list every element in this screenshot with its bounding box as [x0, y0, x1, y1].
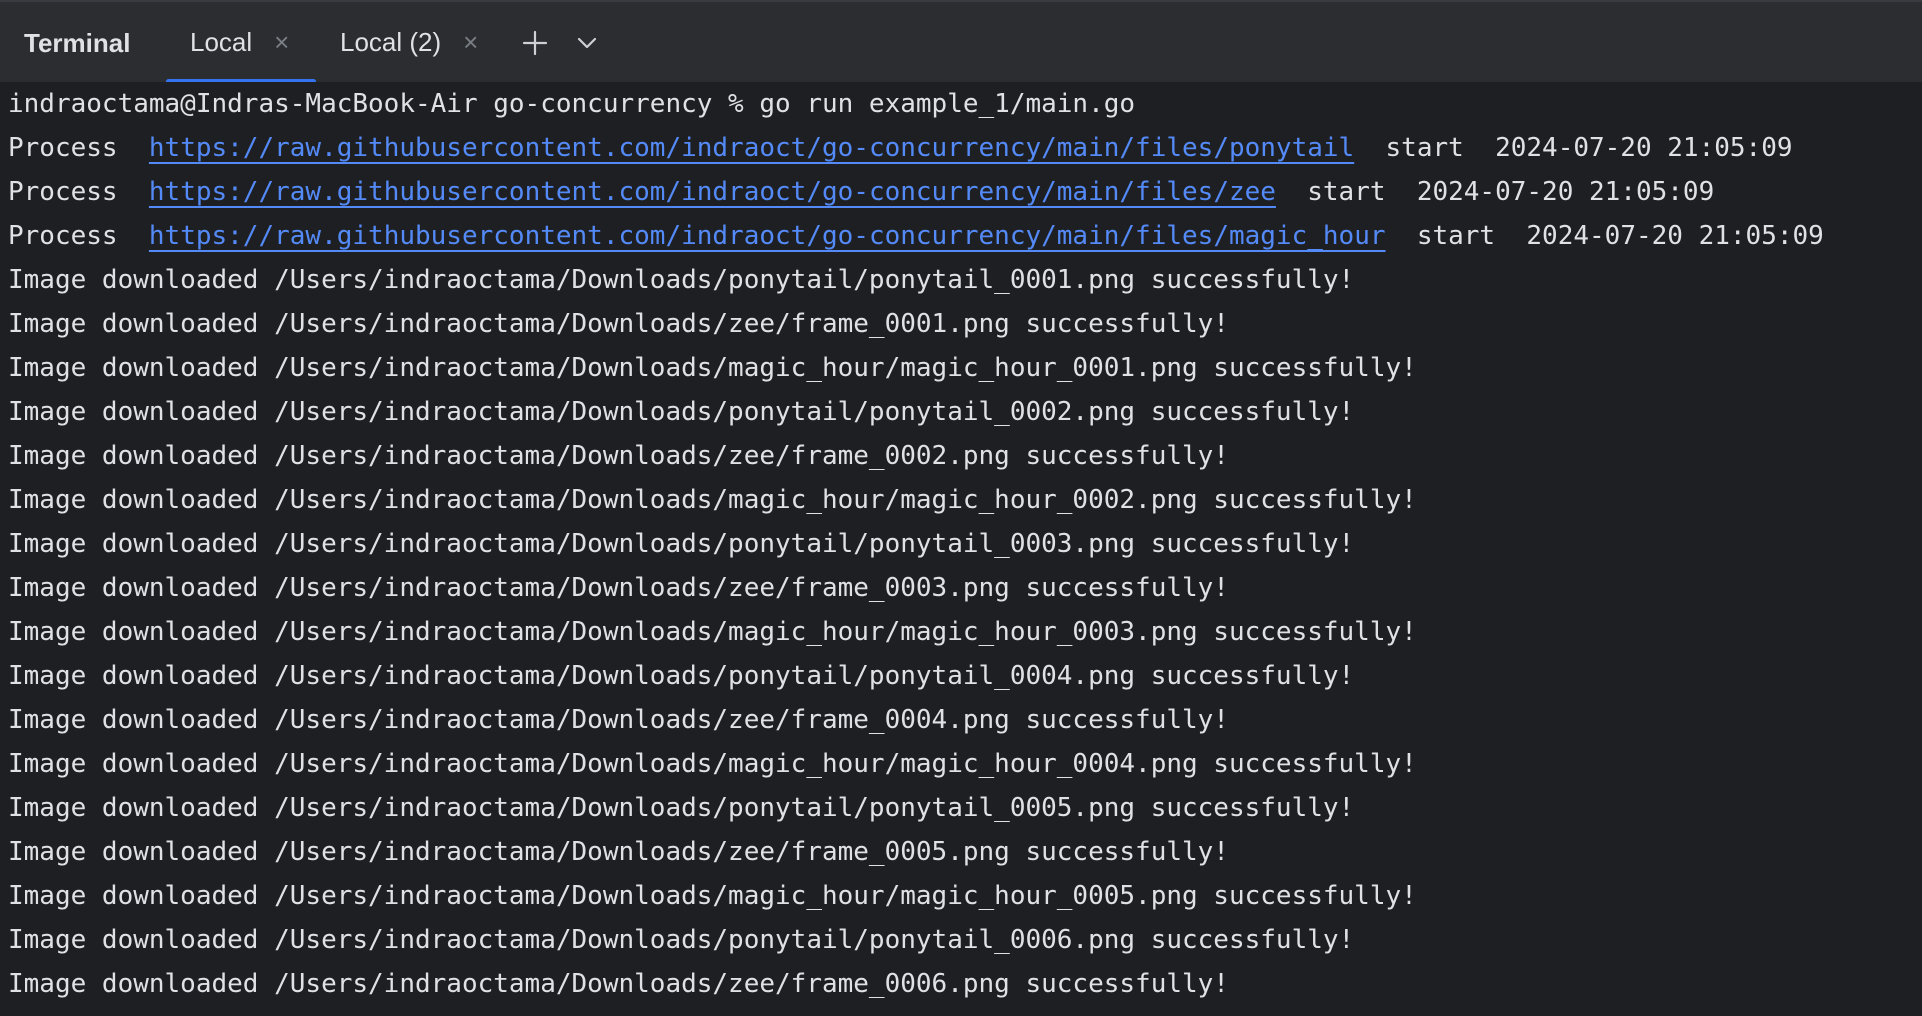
tool-window-title: Terminal	[24, 28, 131, 58]
output-line: Image downloaded /Users/indraoctama/Down…	[8, 925, 1355, 955]
output-line: Image downloaded /Users/indraoctama/Down…	[8, 969, 1229, 999]
terminal-output[interactable]: indraoctama@Indras-MacBook-Air go-concur…	[0, 82, 1922, 1016]
close-icon[interactable]: ×	[274, 29, 289, 55]
output-line: Image downloaded /Users/indraoctama/Down…	[8, 485, 1417, 515]
output-line: Image downloaded /Users/indraoctama/Down…	[8, 397, 1355, 427]
new-tab-button[interactable]	[518, 26, 552, 60]
terminal-tab-bar: Terminal Local × Local (2) ×	[0, 0, 1922, 84]
close-icon[interactable]: ×	[463, 29, 478, 55]
process-line: Process https://raw.githubusercontent.co…	[8, 170, 1714, 214]
output-line: Image downloaded /Users/indraoctama/Down…	[8, 265, 1355, 295]
output-line: Image downloaded /Users/indraoctama/Down…	[8, 441, 1229, 471]
tab-local[interactable]: Local ×	[190, 2, 289, 82]
url-link[interactable]: https://raw.githubusercontent.com/indrao…	[149, 221, 1386, 251]
output-line: Image downloaded /Users/indraoctama/Down…	[8, 353, 1417, 383]
tab-label: Local (2)	[340, 27, 442, 57]
process-label: Process	[8, 221, 149, 251]
process-status: start 2024-07-20 21:05:09	[1385, 221, 1824, 251]
output-line: Image downloaded /Users/indraoctama/Down…	[8, 309, 1229, 339]
output-line: Image downloaded /Users/indraoctama/Down…	[8, 705, 1229, 735]
process-label: Process	[8, 177, 149, 207]
tab-local-2[interactable]: Local (2) ×	[340, 2, 478, 82]
process-label: Process	[8, 133, 149, 163]
output-line: Image downloaded /Users/indraoctama/Down…	[8, 661, 1355, 691]
url-link[interactable]: https://raw.githubusercontent.com/indrao…	[149, 133, 1354, 163]
chevron-down-icon	[577, 37, 597, 49]
process-line: Process https://raw.githubusercontent.co…	[8, 214, 1824, 258]
tab-label: Local	[190, 27, 253, 57]
url-link[interactable]: https://raw.githubusercontent.com/indrao…	[149, 177, 1276, 207]
output-line: Image downloaded /Users/indraoctama/Down…	[8, 749, 1417, 779]
plus-icon	[522, 30, 548, 56]
process-status: start 2024-07-20 21:05:09	[1275, 177, 1715, 207]
tab-options-dropdown[interactable]	[570, 26, 604, 60]
process-line: Process https://raw.githubusercontent.co…	[8, 126, 1793, 170]
output-line: Image downloaded /Users/indraoctama/Down…	[8, 617, 1417, 647]
process-status: start 2024-07-20 21:05:09	[1354, 133, 1793, 163]
output-line: Image downloaded /Users/indraoctama/Down…	[8, 573, 1229, 603]
output-line: Image downloaded /Users/indraoctama/Down…	[8, 881, 1417, 911]
output-line: Image downloaded /Users/indraoctama/Down…	[8, 793, 1355, 823]
command-line: indraoctama@Indras-MacBook-Air go-concur…	[8, 89, 1136, 119]
output-line: Image downloaded /Users/indraoctama/Down…	[8, 529, 1355, 559]
output-line: Image downloaded /Users/indraoctama/Down…	[8, 837, 1229, 867]
